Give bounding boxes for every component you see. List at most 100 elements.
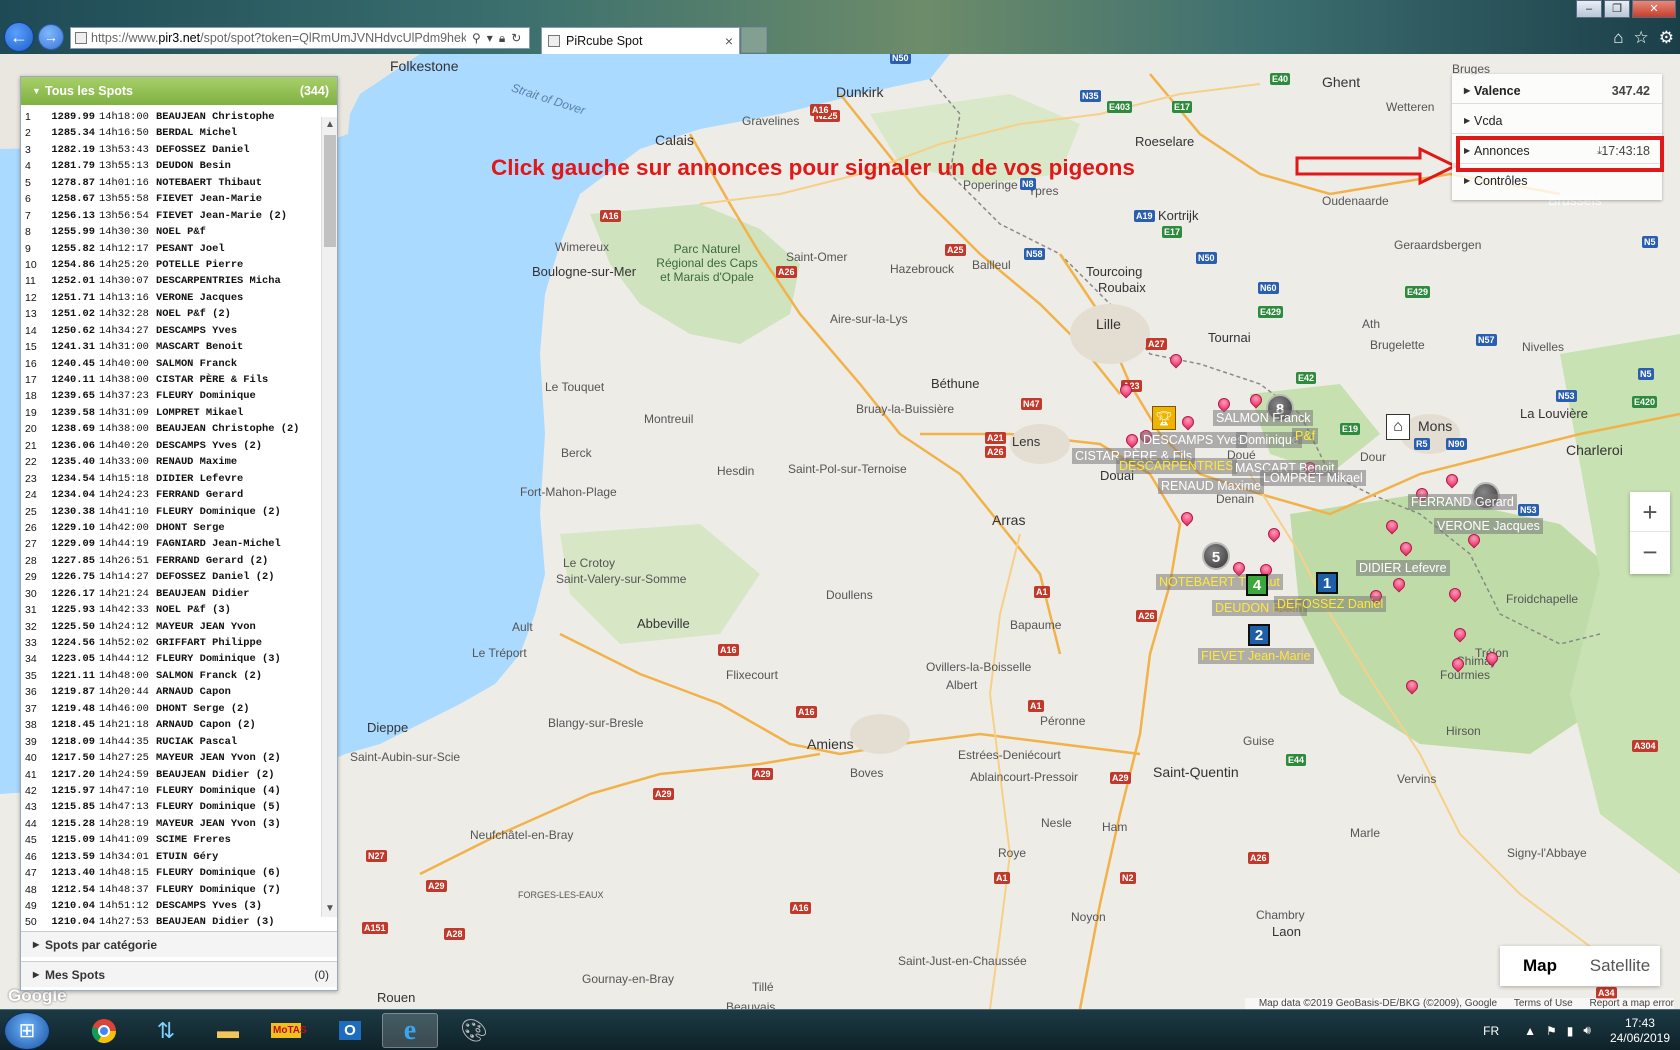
forward-button[interactable]: → [38,24,64,50]
all-spots-header[interactable]: ▼ Tous les Spots (344) [21,77,337,105]
spot-row[interactable]: 5 1278.87 14h01:16 NOTEBAERT Thibaut [25,175,325,191]
map-label-descarpentries[interactable]: DESCARPENTRIES [1116,458,1237,474]
scroll-up-icon[interactable]: ▲ [322,117,338,133]
clock[interactable]: 17:43 24/06/2019 [1610,1016,1670,1046]
spot-row[interactable]: 12 1251.71 14h13:16 VERONE Jacques [25,290,325,306]
spot-row[interactable]: 45 1215.09 14h41:09 SCIME Freres [25,832,325,848]
satellite-view-button[interactable]: Satellite [1580,946,1660,986]
back-button[interactable]: ← [4,22,34,52]
spot-row[interactable]: 44 1215.28 14h28:19 MAYEUR JEAN Yvon (3) [25,816,325,832]
language-indicator[interactable]: FR [1483,1024,1499,1038]
spot-row[interactable]: 42 1215.97 14h47:10 FLEURY Dominique (4) [25,783,325,799]
spot-list[interactable]: 1 1289.99 14h18:00 BEAUJEAN Christophe 2 1285… [25,109,325,957]
flag-icon[interactable]: ⚑ [1546,1024,1557,1038]
paint-icon[interactable]: 🎨︎ [446,1013,502,1048]
spot-row[interactable]: 47 1213.40 14h48:15 FLEURY Dominique (6) [25,865,325,881]
map-label-descamps[interactable]: DESCAMPS Yves [1140,432,1247,448]
dropdown-icon[interactable]: ▾ [487,31,493,45]
spot-row[interactable]: 25 1230.38 14h41:10 FLEURY Dominique (2) [25,504,325,520]
map-view-button[interactable]: Map [1500,946,1580,986]
spot-row[interactable]: 26 1229.10 14h42:00 DHONT Serge [25,520,325,536]
spot-row[interactable]: 38 1218.45 14h21:18 ARNAUD Capon (2) [25,717,325,733]
volume-icon[interactable]: 🔊︎ [1583,1023,1591,1038]
spot-row[interactable]: 13 1251.02 14h32:28 NOEL P&f (2) [25,306,325,322]
rank-marker[interactable]: 1 [1316,572,1338,594]
spot-row[interactable]: 16 1240.45 14h40:00 SALMON Franck [25,356,325,372]
my-spots-section[interactable]: ▶ Mes Spots (0) [21,961,337,987]
zoom-out-button[interactable]: − [1630,532,1670,572]
valence-row[interactable]: ▶ Valence 347.42 [1452,78,1662,104]
spot-row[interactable]: 31 1225.93 14h42:33 NOEL P&f (3) [25,602,325,618]
home-icon[interactable]: ⌂ [1613,28,1623,48]
rank-marker[interactable]: 2 [1248,624,1270,646]
map-label-ferrand[interactable]: FERRAND Gerard [1408,494,1517,510]
spot-row[interactable]: 40 1217.50 14h27:25 MAYEUR JEAN Yvon (2) [25,750,325,766]
spot-row[interactable]: 41 1217.20 14h24:59 BEAUJEAN Didier (2) [25,767,325,783]
spot-row[interactable]: 19 1239.58 14h31:09 LOMPRET Mikael [25,405,325,421]
outlook-icon[interactable]: O [322,1013,378,1048]
spot-row[interactable]: 46 1213.59 14h34:01 ETUIN Géry [25,849,325,865]
spot-row[interactable]: 35 1221.11 14h48:00 SALMON Franck (2) [25,668,325,684]
scroll-down-icon[interactable]: ▼ [322,901,338,917]
battery-icon[interactable]: ▮ [1567,1024,1574,1038]
address-bar[interactable]: https://www.pir3.net/spot/spot?token=QlR… [70,27,530,49]
spot-row[interactable]: 29 1226.75 14h14:27 DEFOSSEZ Daniel (2) [25,569,325,585]
folder-icon[interactable]: ▬ [200,1013,256,1048]
tab-close-icon[interactable]: × [725,33,733,49]
ie-icon[interactable]: e [382,1013,438,1048]
trophy-icon[interactable]: 🏆︎ [1152,406,1176,430]
rank-marker[interactable]: 4 [1246,574,1268,596]
spot-row[interactable]: 30 1226.17 14h21:24 BEAUJEAN Didier [25,586,325,602]
spot-row[interactable]: 23 1234.54 14h15:18 DIDIER Lefevre [25,471,325,487]
spot-row[interactable]: 6 1258.67 13h55:58 FIEVET Jean-Marie [25,191,325,207]
lock-icon[interactable]: 🔒︎ [499,31,505,46]
settings-gear-icon[interactable]: ⚙ [1659,28,1674,48]
show-hidden-icons-icon[interactable]: ▲ [1524,1024,1536,1038]
spot-row[interactable]: 20 1238.69 14h38:00 BEAUJEAN Christophe (2) [25,421,325,437]
new-tab-button[interactable] [741,27,767,53]
spot-row[interactable]: 15 1241.31 14h31:00 MASCART Benoit [25,339,325,355]
search-icon[interactable]: ⚲ [472,31,481,45]
spot-row[interactable]: 3 1282.19 13h53:43 DEFOSSEZ Daniel [25,142,325,158]
map-label-fievet[interactable]: FIEVET Jean-Marie [1198,648,1314,664]
spot-row[interactable]: 39 1218.09 14h44:35 RUCIAK Pascal [25,734,325,750]
spot-row[interactable]: 10 1254.86 14h25:20 POTELLE Pierre [25,257,325,273]
spot-row[interactable]: 11 1252.01 14h30:07 DESCARPENTRIES Micha [25,273,325,289]
spot-row[interactable]: 8 1255.99 14h30:30 NOEL P&f [25,224,325,240]
spot-row[interactable]: 32 1225.50 14h24:12 MAYEUR JEAN Yvon [25,619,325,635]
start-button[interactable]: ⊞ [4,1012,50,1050]
minimize-button[interactable]: – [1576,0,1602,18]
spot-row[interactable]: 18 1239.65 14h37:23 FLEURY Dominique [25,388,325,404]
spot-row[interactable]: 17 1240.11 14h38:00 CISTAR PÈRE & Fils [25,372,325,388]
spot-row[interactable]: 49 1210.04 14h51:12 DESCAMPS Yves (3) [25,898,325,914]
map-label-salmon[interactable]: SALMON Franck [1213,410,1314,426]
loft-home-icon[interactable]: ⌂ [1386,414,1410,440]
spot-row[interactable]: 14 1250.62 14h34:27 DESCAMPS Yves [25,323,325,339]
favorites-star-icon[interactable]: ☆ [1634,28,1649,48]
spot-row[interactable]: 28 1227.85 14h26:51 FERRAND Gerard (2) [25,553,325,569]
spot-row[interactable]: 24 1234.04 14h24:23 FERRAND Gerard [25,487,325,503]
spot-row[interactable]: 22 1235.40 14h33:00 RENAUD Maxime [25,454,325,470]
vcda-row[interactable]: ▶ Vcda [1452,108,1662,134]
spot-row[interactable]: 34 1223.05 14h44:12 FLEURY Dominique (3) [25,651,325,667]
spot-row[interactable]: 7 1256.13 13h56:54 FIEVET Jean-Marie (2) [25,208,325,224]
spot-row[interactable]: 21 1236.06 14h40:20 DESCAMPS Yves (2) [25,438,325,454]
spot-row[interactable]: 9 1255.82 14h12:17 PESANT Joel [25,241,325,257]
spot-row[interactable]: 43 1215.85 14h47:13 FLEURY Dominique (5) [25,799,325,815]
map-label-pf[interactable]: P&f [1292,428,1319,444]
spot-row[interactable]: 4 1281.79 13h55:13 DEUDON Besin [25,158,325,174]
map-label-lompret[interactable]: LOMPRET Mikael [1260,470,1366,486]
motas-icon[interactable]: MoTAS [258,1013,314,1048]
map-label-verone[interactable]: VERONE Jacques [1434,518,1543,534]
map-label-renaud[interactable]: RENAUD Maxime [1158,478,1265,494]
report-error-link[interactable]: Report a map error [1590,998,1674,1009]
browser-tab[interactable]: PiRcube Spot × [541,27,740,54]
spot-row[interactable]: 37 1219.48 14h46:00 DHONT Serge (2) [25,701,325,717]
chrome-icon[interactable] [76,1013,132,1048]
spot-row[interactable]: 48 1212.54 14h48:37 FLEURY Dominique (7) [25,882,325,898]
terms-link[interactable]: Terms of Use [1514,998,1573,1009]
map-label-defossez[interactable]: DEFOSSEZ Daniel [1274,596,1387,612]
spot-row[interactable]: 2 1285.34 14h16:50 BERDAL Michel [25,125,325,141]
refresh-icon[interactable]: ↻ [511,31,521,45]
spot-row[interactable]: 50 1210.04 14h27:53 BEAUJEAN Didier (3) [25,914,325,930]
